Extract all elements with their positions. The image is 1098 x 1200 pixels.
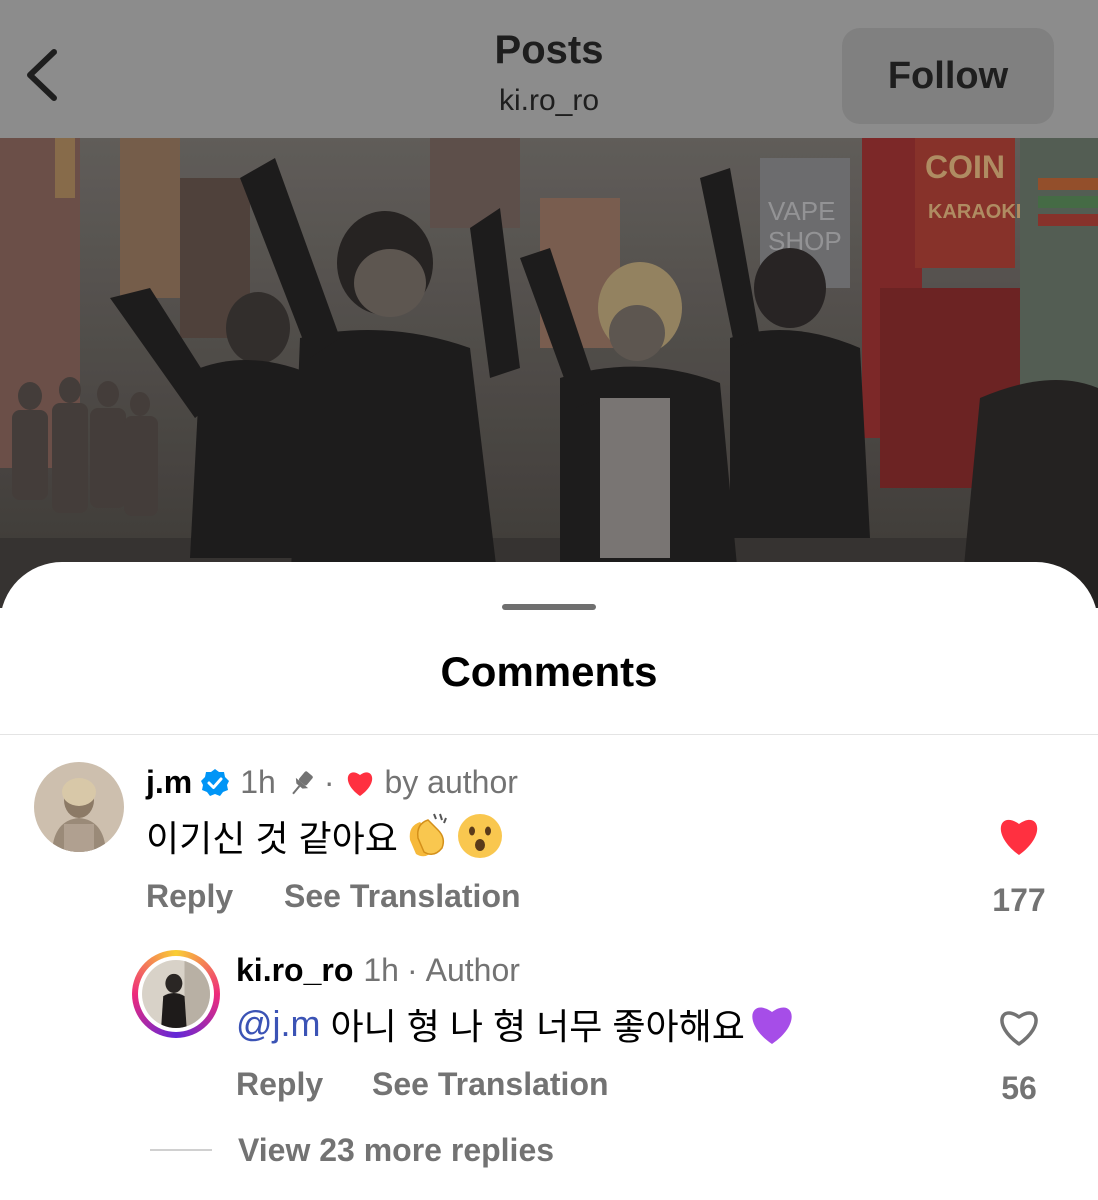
comment-username[interactable]: j.m [146, 764, 192, 801]
like-button[interactable] [996, 1006, 1042, 1048]
like-button[interactable] [996, 814, 1042, 858]
heart-filled-icon [1000, 819, 1038, 855]
story-ring-gap [138, 956, 214, 1032]
post-comments-screen: Posts ki.ro_ro Follow VAPE SHOP COIN KAR… [0, 0, 1098, 1200]
liked-by-author-label: by author [384, 764, 518, 800]
avatar[interactable] [34, 762, 124, 852]
mention-link[interactable]: @j.m [236, 1003, 321, 1045]
comment-text: 이기신 것 같아요 [146, 818, 398, 859]
purple-heart-emoji-icon [747, 1001, 797, 1047]
avatar[interactable] [132, 950, 220, 1038]
follow-button[interactable]: Follow [842, 28, 1054, 124]
see-translation-button[interactable]: See Translation [372, 1066, 609, 1103]
reply-text: 아니 형 나 형 너무 좋아해요 [330, 1006, 745, 1047]
reply-button[interactable]: Reply [146, 878, 233, 915]
post-video[interactable]: VAPE SHOP COIN KARAOKE [0, 138, 1098, 608]
comments-sheet: Comments j.m 1h · by author 이기신 것 같아요 Re… [0, 562, 1098, 1200]
surprised-face-emoji-icon [454, 810, 506, 862]
view-more-replies-button[interactable]: View 23 more replies [238, 1132, 554, 1169]
like-count: 56 [1001, 1070, 1037, 1106]
comment-meta: j.m 1h · by author [146, 764, 518, 801]
clapping-hands-emoji-icon [400, 810, 452, 862]
like-count: 177 [992, 882, 1046, 918]
top-bar: Posts ki.ro_ro Follow [0, 0, 1098, 138]
reply-body: @j.m 아니 형 나 형 너무 좋아해요 [236, 998, 797, 1050]
comments-title: Comments [440, 648, 658, 695]
profile-photo-icon [142, 960, 210, 1028]
comment-body: 이기신 것 같아요 [146, 810, 506, 862]
reply-meta: ki.ro_ro 1h · Author [236, 952, 520, 989]
reply-time: 1h [363, 952, 399, 988]
profile-photo-icon [34, 762, 124, 852]
heart-outline-icon [1000, 1011, 1038, 1046]
divider [0, 734, 1098, 735]
reply-username[interactable]: ki.ro_ro [236, 952, 353, 989]
meta-separator: · [323, 764, 335, 800]
profile-photo [142, 960, 210, 1028]
see-translation-button[interactable]: See Translation [284, 878, 521, 915]
sheet-drag-handle[interactable] [502, 604, 596, 610]
comment-time: 1h [240, 764, 276, 800]
reply-button[interactable]: Reply [236, 1066, 323, 1103]
video-still-image: VAPE SHOP COIN KARAOKE [0, 138, 1098, 608]
pin-icon [286, 767, 318, 799]
author-liked-heart-icon [344, 768, 376, 798]
verified-badge-icon [200, 768, 230, 798]
author-label: Author [425, 952, 520, 988]
meta-separator: · [406, 952, 418, 988]
view-more-replies-line [150, 1149, 212, 1151]
